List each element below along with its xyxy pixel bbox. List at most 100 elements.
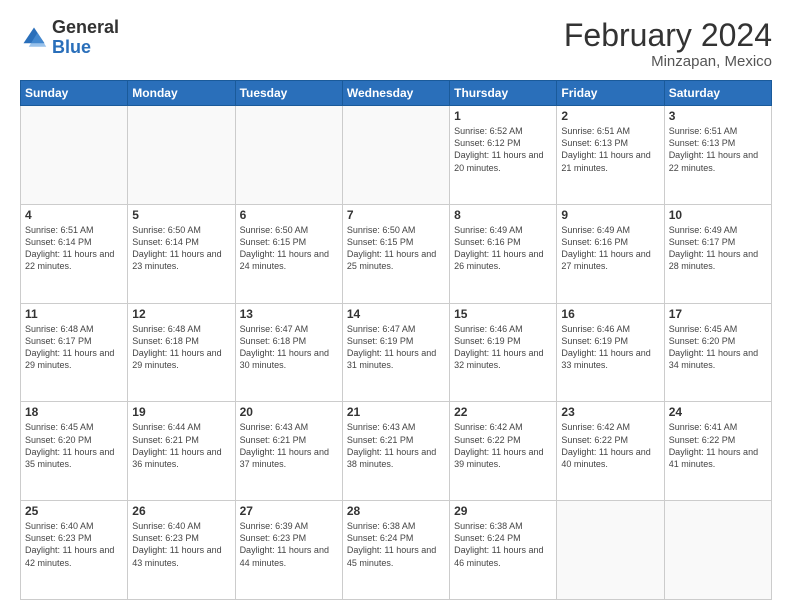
- day-number: 15: [454, 307, 552, 321]
- calendar-cell: [557, 501, 664, 600]
- calendar-cell: 23 Sunrise: 6:42 AM Sunset: 6:22 PM Dayli…: [557, 402, 664, 501]
- day-number: 20: [240, 405, 338, 419]
- calendar-cell: [235, 106, 342, 205]
- calendar-cell: 3Sunrise: 6:51 AM Sunset: 6:13 PM Daylig…: [664, 106, 771, 205]
- day-header-tuesday: Tuesday: [235, 81, 342, 106]
- calendar-cell: 20 Sunrise: 6:43 AM Sunset: 6:21 PM Dayli…: [235, 402, 342, 501]
- day-info: Sunrise: 6:47 AM Sunset: 6:18 PM Dayligh…: [240, 323, 338, 372]
- calendar-cell: 7Sunrise: 6:50 AM Sunset: 6:15 PM Daylig…: [342, 204, 449, 303]
- calendar-cell: 9 Sunrise: 6:49 AM Sunset: 6:16 PM Daylig…: [557, 204, 664, 303]
- calendar-week-row: 18 Sunrise: 6:45 AM Sunset: 6:20 PM Dayli…: [21, 402, 772, 501]
- day-number: 18: [25, 405, 123, 419]
- day-header-thursday: Thursday: [450, 81, 557, 106]
- day-info: Sunrise: 6:40 AM Sunset: 6:23 PM Dayligh…: [132, 520, 230, 569]
- calendar-cell: 5 Sunrise: 6:50 AM Sunset: 6:14 PM Daylig…: [128, 204, 235, 303]
- day-number: 16: [561, 307, 659, 321]
- calendar-cell: 24 Sunrise: 6:41 AM Sunset: 6:22 PM Dayli…: [664, 402, 771, 501]
- day-number: 11: [25, 307, 123, 321]
- day-number: 28: [347, 504, 445, 518]
- day-number: 17: [669, 307, 767, 321]
- day-info: Sunrise: 6:38 AM Sunset: 6:24 PM Dayligh…: [347, 520, 445, 569]
- day-number: 24: [669, 405, 767, 419]
- calendar-cell: 21 Sunrise: 6:43 AM Sunset: 6:21 PM Dayli…: [342, 402, 449, 501]
- day-number: 12: [132, 307, 230, 321]
- day-info: Sunrise: 6:38 AM Sunset: 6:24 PM Dayligh…: [454, 520, 552, 569]
- calendar-cell: 11 Sunrise: 6:48 AM Sunset: 6:17 PM Dayli…: [21, 303, 128, 402]
- day-header-wednesday: Wednesday: [342, 81, 449, 106]
- calendar-week-row: 25 Sunrise: 6:40 AM Sunset: 6:23 PM Dayli…: [21, 501, 772, 600]
- logo-blue-text: Blue: [52, 38, 119, 58]
- day-info: Sunrise: 6:44 AM Sunset: 6:21 PM Dayligh…: [132, 421, 230, 470]
- calendar-cell: 6 Sunrise: 6:50 AM Sunset: 6:15 PM Daylig…: [235, 204, 342, 303]
- day-number: 25: [25, 504, 123, 518]
- calendar-cell: 16 Sunrise: 6:46 AM Sunset: 6:19 PM Dayli…: [557, 303, 664, 402]
- day-info: Sunrise: 6:39 AM Sunset: 6:23 PM Dayligh…: [240, 520, 338, 569]
- day-info: Sunrise: 6:47 AM Sunset: 6:19 PM Dayligh…: [347, 323, 445, 372]
- calendar-cell: 4Sunrise: 6:51 AM Sunset: 6:14 PM Daylig…: [21, 204, 128, 303]
- calendar-cell: 28 Sunrise: 6:38 AM Sunset: 6:24 PM Dayli…: [342, 501, 449, 600]
- logo-general-text: General: [52, 18, 119, 38]
- calendar-cell: 22 Sunrise: 6:42 AM Sunset: 6:22 PM Dayli…: [450, 402, 557, 501]
- day-info: Sunrise: 6:49 AM Sunset: 6:17 PM Dayligh…: [669, 224, 767, 273]
- day-number: 2: [561, 109, 659, 123]
- day-info: Sunrise: 6:45 AM Sunset: 6:20 PM Dayligh…: [25, 421, 123, 470]
- day-info: Sunrise: 6:50 AM Sunset: 6:14 PM Dayligh…: [132, 224, 230, 273]
- logo: General Blue: [20, 18, 119, 58]
- day-number: 5: [132, 208, 230, 222]
- day-number: 9: [561, 208, 659, 222]
- day-number: 29: [454, 504, 552, 518]
- day-number: 21: [347, 405, 445, 419]
- day-info: Sunrise: 6:40 AM Sunset: 6:23 PM Dayligh…: [25, 520, 123, 569]
- day-info: Sunrise: 6:46 AM Sunset: 6:19 PM Dayligh…: [454, 323, 552, 372]
- calendar-cell: 13 Sunrise: 6:47 AM Sunset: 6:18 PM Dayli…: [235, 303, 342, 402]
- logo-icon: [20, 24, 48, 52]
- day-info: Sunrise: 6:41 AM Sunset: 6:22 PM Dayligh…: [669, 421, 767, 470]
- calendar-cell: [21, 106, 128, 205]
- page: General Blue February 2024 Minzapan, Mex…: [0, 0, 792, 612]
- calendar-week-row: 1 Sunrise: 6:52 AM Sunset: 6:12 PM Daylig…: [21, 106, 772, 205]
- day-info: Sunrise: 6:42 AM Sunset: 6:22 PM Dayligh…: [561, 421, 659, 470]
- day-number: 19: [132, 405, 230, 419]
- day-info: Sunrise: 6:46 AM Sunset: 6:19 PM Dayligh…: [561, 323, 659, 372]
- day-info: Sunrise: 6:43 AM Sunset: 6:21 PM Dayligh…: [347, 421, 445, 470]
- day-info: Sunrise: 6:50 AM Sunset: 6:15 PM Dayligh…: [240, 224, 338, 273]
- day-info: Sunrise: 6:45 AM Sunset: 6:20 PM Dayligh…: [669, 323, 767, 372]
- day-number: 22: [454, 405, 552, 419]
- day-info: Sunrise: 6:42 AM Sunset: 6:22 PM Dayligh…: [454, 421, 552, 470]
- day-info: Sunrise: 6:52 AM Sunset: 6:12 PM Dayligh…: [454, 125, 552, 174]
- day-number: 14: [347, 307, 445, 321]
- day-info: Sunrise: 6:51 AM Sunset: 6:13 PM Dayligh…: [669, 125, 767, 174]
- day-header-sunday: Sunday: [21, 81, 128, 106]
- main-title: February 2024: [564, 18, 772, 53]
- day-info: Sunrise: 6:51 AM Sunset: 6:13 PM Dayligh…: [561, 125, 659, 174]
- calendar-cell: 27Sunrise: 6:39 AM Sunset: 6:23 PM Dayli…: [235, 501, 342, 600]
- day-info: Sunrise: 6:49 AM Sunset: 6:16 PM Dayligh…: [561, 224, 659, 273]
- day-header-friday: Friday: [557, 81, 664, 106]
- day-number: 23: [561, 405, 659, 419]
- day-number: 6: [240, 208, 338, 222]
- day-header-monday: Monday: [128, 81, 235, 106]
- calendar-cell: [128, 106, 235, 205]
- calendar-header-row: SundayMondayTuesdayWednesdayThursdayFrid…: [21, 81, 772, 106]
- day-number: 13: [240, 307, 338, 321]
- calendar-cell: [342, 106, 449, 205]
- calendar-cell: 15 Sunrise: 6:46 AM Sunset: 6:19 PM Dayli…: [450, 303, 557, 402]
- day-number: 4: [25, 208, 123, 222]
- calendar-cell: 8Sunrise: 6:49 AM Sunset: 6:16 PM Daylig…: [450, 204, 557, 303]
- day-header-saturday: Saturday: [664, 81, 771, 106]
- calendar-cell: 10 Sunrise: 6:49 AM Sunset: 6:17 PM Dayli…: [664, 204, 771, 303]
- title-block: February 2024 Minzapan, Mexico: [564, 18, 772, 70]
- calendar-cell: 19 Sunrise: 6:44 AM Sunset: 6:21 PM Dayli…: [128, 402, 235, 501]
- day-info: Sunrise: 6:48 AM Sunset: 6:17 PM Dayligh…: [25, 323, 123, 372]
- day-number: 1: [454, 109, 552, 123]
- day-number: 10: [669, 208, 767, 222]
- day-info: Sunrise: 6:43 AM Sunset: 6:21 PM Dayligh…: [240, 421, 338, 470]
- day-number: 7: [347, 208, 445, 222]
- day-info: Sunrise: 6:49 AM Sunset: 6:16 PM Dayligh…: [454, 224, 552, 273]
- logo-text: General Blue: [52, 18, 119, 58]
- header: General Blue February 2024 Minzapan, Mex…: [20, 18, 772, 70]
- calendar-cell: 26Sunrise: 6:40 AM Sunset: 6:23 PM Dayli…: [128, 501, 235, 600]
- calendar-cell: 17 Sunrise: 6:45 AM Sunset: 6:20 PM Dayli…: [664, 303, 771, 402]
- calendar-cell: 25 Sunrise: 6:40 AM Sunset: 6:23 PM Dayli…: [21, 501, 128, 600]
- calendar-cell: 14 Sunrise: 6:47 AM Sunset: 6:19 PM Dayli…: [342, 303, 449, 402]
